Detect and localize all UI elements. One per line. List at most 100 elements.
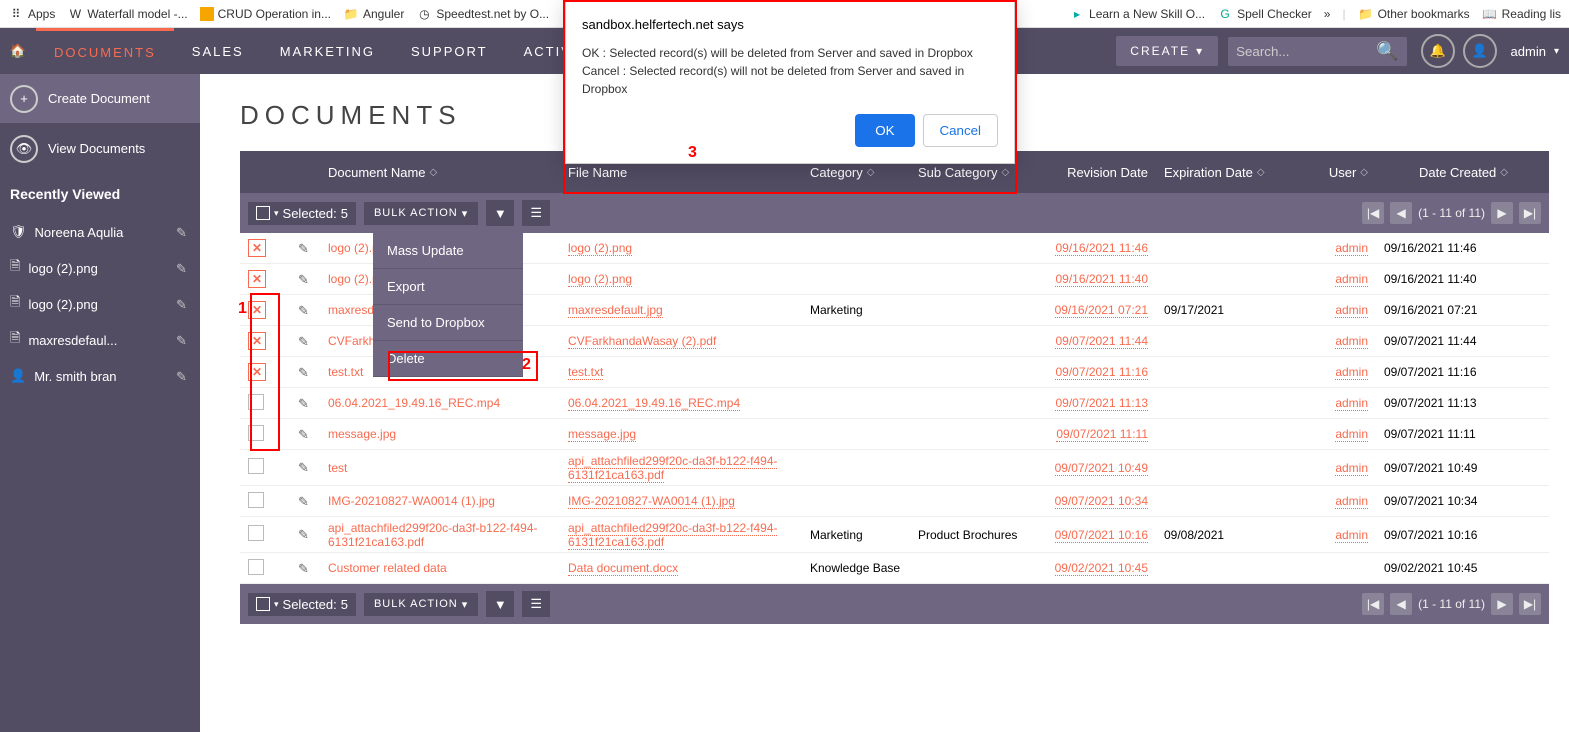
col-expiration-date[interactable]: Expiration Date◇ — [1156, 165, 1296, 180]
filter-button[interactable]: ▼ — [486, 200, 514, 226]
pencil-icon[interactable] — [298, 303, 312, 317]
pager-next[interactable]: ▶ — [1491, 202, 1513, 224]
bulk-mass-update[interactable]: Mass Update — [373, 233, 523, 269]
file-name-link[interactable]: IMG-20210827-WA0014 (1).jpg — [568, 494, 735, 509]
file-name-link[interactable]: logo (2).png — [568, 241, 632, 256]
bookmark-learn[interactable]: ▸Learn a New Skill O... — [1069, 6, 1205, 22]
file-name-link[interactable]: message.jpg — [568, 427, 636, 442]
row-checkbox[interactable] — [248, 425, 264, 441]
revision-date-link[interactable]: 09/07/2021 10:34 — [1055, 494, 1148, 509]
user-link[interactable]: admin — [1335, 303, 1368, 318]
row-checkbox[interactable] — [248, 492, 264, 508]
col-file-name[interactable]: File Name — [560, 165, 802, 180]
row-selected-icon[interactable]: ✕ — [248, 270, 266, 288]
revision-date-link[interactable]: 09/07/2021 11:13 — [1055, 396, 1148, 411]
file-name-link[interactable]: maxresdefault.jpg — [568, 303, 663, 318]
recent-item[interactable]: 🛡 Noreena Aqulia — [0, 214, 200, 250]
user-link[interactable]: admin — [1335, 365, 1368, 380]
col-sub-category[interactable]: Sub Category◇ — [910, 165, 1040, 180]
recent-item[interactable]: 🗎 logo (2).png — [0, 250, 200, 286]
list-view-button-bottom[interactable]: ☰ — [522, 591, 550, 617]
notifications-icon[interactable]: 🔔 — [1421, 34, 1455, 68]
list-view-button[interactable]: ☰ — [522, 200, 550, 226]
pencil-icon[interactable] — [298, 334, 312, 348]
file-name-link[interactable]: api_attachfiled299f20c-da3f-b122-f494-61… — [568, 521, 777, 550]
user-link[interactable]: admin — [1335, 396, 1368, 411]
pager-last[interactable]: ▶| — [1519, 593, 1541, 615]
bookmark-spell[interactable]: GSpell Checker — [1217, 6, 1312, 22]
bookmark-anguler[interactable]: 📁Anguler — [343, 6, 404, 22]
bookmark-speedtest[interactable]: ◷Speedtest.net by O... — [416, 6, 549, 22]
row-checkbox[interactable] — [248, 525, 264, 541]
col-revision-date[interactable]: Revision Date — [1040, 165, 1156, 180]
recent-item[interactable]: 🗎 logo (2).png — [0, 286, 200, 322]
bookmark-waterfall[interactable]: WWaterfall model -... — [67, 6, 187, 22]
bookmark-more[interactable]: » — [1324, 7, 1331, 21]
revision-date-link[interactable]: 09/07/2021 10:49 — [1055, 461, 1148, 476]
revision-date-link[interactable]: 09/02/2021 10:45 — [1055, 561, 1148, 576]
recent-item[interactable]: 👤 Mr. smith bran — [0, 358, 200, 394]
revision-date-link[interactable]: 09/07/2021 11:44 — [1055, 334, 1148, 349]
row-checkbox[interactable] — [248, 559, 264, 575]
col-category[interactable]: Category◇ — [802, 165, 910, 180]
user-link[interactable]: admin — [1335, 272, 1368, 287]
revision-date-link[interactable]: 09/07/2021 11:16 — [1055, 365, 1148, 380]
view-documents-button[interactable]: 👁 View Documents — [0, 124, 200, 174]
search-input[interactable] — [1236, 44, 1376, 59]
file-name-link[interactable]: 06.04.2021_19.49.16_REC.mp4 — [568, 396, 740, 411]
revision-date-link[interactable]: 09/07/2021 10:16 — [1055, 528, 1148, 543]
create-document-button[interactable]: + Create Document — [0, 74, 200, 124]
file-name-link[interactable]: Data document.docx — [568, 561, 678, 576]
pencil-icon[interactable] — [176, 297, 190, 311]
filter-button-bottom[interactable]: ▼ — [486, 591, 514, 617]
user-avatar-icon[interactable]: 👤 — [1463, 34, 1497, 68]
bulk-delete[interactable]: Delete — [373, 341, 523, 377]
pencil-icon[interactable] — [298, 241, 312, 255]
doc-name-link[interactable]: IMG-20210827-WA0014 (1).jpg — [328, 494, 495, 508]
file-name-link[interactable]: test.txt — [568, 365, 603, 380]
revision-date-link[interactable]: 09/07/2021 11:11 — [1056, 427, 1148, 442]
bulk-export[interactable]: Export — [373, 269, 523, 305]
doc-name-link[interactable]: test.txt — [328, 365, 363, 379]
bulk-send-to-dropbox[interactable]: Send to Dropbox — [373, 305, 523, 341]
file-name-link[interactable]: api_attachfiled299f20c-da3f-b122-f494-61… — [568, 454, 777, 483]
user-link[interactable]: admin — [1335, 494, 1368, 509]
bulk-action-button-bottom[interactable]: BULK ACTION▾ — [364, 593, 478, 616]
pager-prev[interactable]: ◀ — [1390, 593, 1412, 615]
row-selected-icon[interactable]: ✕ — [248, 301, 266, 319]
recent-item[interactable]: 🗎 maxresdefaul... — [0, 322, 200, 358]
pencil-icon[interactable] — [298, 460, 312, 474]
doc-name-link[interactable]: test — [328, 461, 347, 475]
user-link[interactable]: admin — [1335, 528, 1368, 543]
selected-count-bottom[interactable]: ▾ Selected:5 — [248, 593, 356, 616]
pencil-icon[interactable] — [298, 494, 312, 508]
file-name-link[interactable]: CVFarkhandaWasay (2).pdf — [568, 334, 716, 349]
search-icon[interactable]: 🔍 — [1376, 41, 1398, 62]
revision-date-link[interactable]: 09/16/2021 11:46 — [1055, 241, 1148, 256]
col-user[interactable]: User◇ — [1296, 165, 1376, 180]
pager-first[interactable]: |◀ — [1362, 202, 1384, 224]
dialog-cancel-button[interactable]: Cancel — [923, 114, 999, 147]
file-name-link[interactable]: logo (2).png — [568, 272, 632, 287]
user-link[interactable]: admin — [1335, 241, 1368, 256]
pager-first[interactable]: |◀ — [1362, 593, 1384, 615]
pencil-icon[interactable] — [298, 427, 312, 441]
pencil-icon[interactable] — [298, 365, 312, 379]
bookmark-crud[interactable]: CRUD Operation in... — [200, 7, 331, 21]
pencil-icon[interactable] — [176, 261, 190, 275]
pencil-icon[interactable] — [176, 225, 190, 239]
doc-name-link[interactable]: api_attachfiled299f20c-da3f-b122-f494-61… — [328, 521, 537, 549]
bookmark-other[interactable]: 📁Other bookmarks — [1358, 6, 1470, 22]
home-icon[interactable]: 🏠 — [0, 43, 36, 59]
user-link[interactable]: admin — [1335, 461, 1368, 476]
user-menu[interactable]: admin▾ — [1501, 44, 1569, 59]
nav-marketing[interactable]: MARKETING — [262, 28, 393, 74]
row-selected-icon[interactable]: ✕ — [248, 363, 266, 381]
user-link[interactable]: admin — [1335, 427, 1368, 442]
revision-date-link[interactable]: 09/16/2021 07:21 — [1055, 303, 1148, 318]
nav-documents[interactable]: DOCUMENTS — [36, 28, 174, 74]
pencil-icon[interactable] — [298, 561, 312, 575]
selected-count[interactable]: ▾ Selected:5 — [248, 202, 356, 225]
pencil-icon[interactable] — [176, 369, 190, 383]
dialog-ok-button[interactable]: OK — [855, 114, 914, 147]
